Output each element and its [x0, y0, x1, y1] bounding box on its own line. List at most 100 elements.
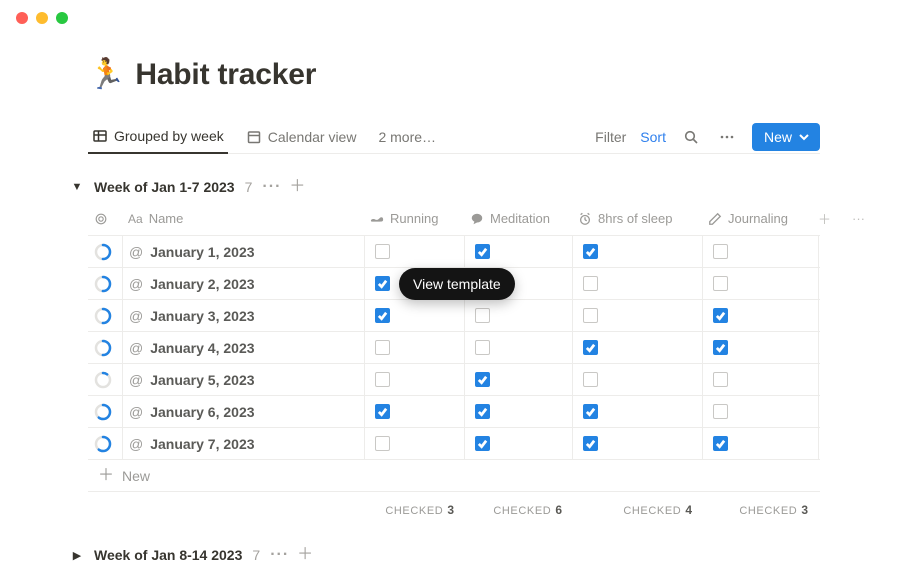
journaling-checkbox[interactable]: [713, 404, 728, 419]
running-checkbox[interactable]: [375, 372, 390, 387]
running-cell: [364, 236, 464, 267]
progress-ring-icon: [94, 275, 112, 293]
column-progress[interactable]: [88, 212, 122, 226]
progress-cell: [88, 236, 122, 267]
running-checkbox[interactable]: [375, 276, 390, 291]
meditation-checkbox[interactable]: [475, 372, 490, 387]
journaling-checkbox[interactable]: [713, 436, 728, 451]
name-cell[interactable]: @January 6, 2023: [122, 396, 364, 427]
meditation-checkbox[interactable]: [475, 436, 490, 451]
progress-cell: [88, 396, 122, 427]
sort-button[interactable]: Sort: [640, 129, 666, 145]
sleep-checkbox[interactable]: [583, 276, 598, 291]
meditation-cell: [464, 332, 572, 363]
name-cell[interactable]: @January 5, 2023: [122, 364, 364, 395]
filter-button[interactable]: Filter: [595, 129, 626, 145]
running-checkbox[interactable]: [375, 340, 390, 355]
group-add-button[interactable]: ＋: [289, 179, 305, 195]
journaling-cell: [702, 268, 818, 299]
minimize-window-button[interactable]: [36, 12, 48, 24]
add-column-button[interactable]: ＋: [818, 209, 852, 228]
name-cell[interactable]: @January 4, 2023: [122, 332, 364, 363]
table-row: @January 3, 2023: [88, 300, 820, 332]
progress-cell: [88, 268, 122, 299]
mac-traffic-lights: [16, 12, 68, 24]
journaling-checkbox[interactable]: [713, 244, 728, 259]
empty-cell: [818, 236, 852, 267]
fullscreen-window-button[interactable]: [56, 12, 68, 24]
running-checkbox[interactable]: [375, 404, 390, 419]
column-meditation[interactable]: Meditation: [464, 211, 572, 226]
name-cell[interactable]: @January 7, 2023: [122, 428, 364, 459]
meditation-cell: [464, 300, 572, 331]
sum-sleep: CHECKED4: [572, 503, 702, 517]
group-more-button[interactable]: ···: [262, 178, 281, 196]
table-more-button[interactable]: ···: [852, 211, 878, 226]
dots-icon: [719, 129, 735, 145]
more-options-button[interactable]: [716, 126, 738, 148]
add-row[interactable]: ＋ New: [88, 460, 820, 492]
sleep-checkbox[interactable]: [583, 372, 598, 387]
sleep-checkbox[interactable]: [583, 404, 598, 419]
sleep-checkbox[interactable]: [583, 340, 598, 355]
new-button[interactable]: New: [752, 123, 820, 151]
empty-cell: [818, 428, 852, 459]
column-name[interactable]: Aa Name: [122, 211, 364, 226]
journaling-cell: [702, 364, 818, 395]
empty-cell: [818, 268, 852, 299]
sleep-checkbox[interactable]: [583, 244, 598, 259]
running-checkbox[interactable]: [375, 308, 390, 323]
sleep-checkbox[interactable]: [583, 308, 598, 323]
group-toggle[interactable]: ▼: [70, 181, 84, 193]
close-window-button[interactable]: [16, 12, 28, 24]
meditation-checkbox[interactable]: [475, 244, 490, 259]
progress-ring-icon: [94, 435, 112, 453]
column-journaling[interactable]: Journaling: [702, 211, 818, 226]
tab-grouped-by-week[interactable]: Grouped by week: [88, 120, 228, 154]
group-title[interactable]: Week of Jan 1-7 2023: [94, 179, 235, 195]
journaling-checkbox[interactable]: [713, 340, 728, 355]
add-row-label: New: [122, 468, 150, 484]
empty-cell: [852, 268, 878, 299]
group-toggle[interactable]: ▶: [70, 549, 84, 562]
pencil-icon: [708, 212, 722, 226]
meditation-checkbox[interactable]: [475, 404, 490, 419]
meditation-checkbox[interactable]: [475, 308, 490, 323]
habit-table: Aa Name Running Meditation 8hrs of sleep…: [88, 202, 820, 528]
page-title[interactable]: Habit tracker: [135, 58, 316, 92]
table-row: @January 7, 2023: [88, 428, 820, 460]
name-cell[interactable]: @January 3, 2023: [122, 300, 364, 331]
running-checkbox[interactable]: [375, 436, 390, 451]
sleep-cell: [572, 428, 702, 459]
name-cell[interactable]: @January 1, 2023: [122, 236, 364, 267]
page-emoji-icon[interactable]: 🏃: [88, 60, 125, 90]
group-more-button[interactable]: ···: [270, 546, 289, 564]
column-sleep[interactable]: 8hrs of sleep: [572, 211, 702, 226]
sleep-cell: [572, 300, 702, 331]
journaling-cell: [702, 396, 818, 427]
running-checkbox[interactable]: [375, 244, 390, 259]
journaling-checkbox[interactable]: [713, 372, 728, 387]
empty-cell: [852, 236, 878, 267]
sleep-checkbox[interactable]: [583, 436, 598, 451]
column-running[interactable]: Running: [364, 211, 464, 226]
shoe-icon: [370, 212, 384, 226]
new-button-label: New: [764, 129, 792, 145]
meditation-checkbox[interactable]: [475, 276, 490, 291]
name-cell[interactable]: @January 2, 2023: [122, 268, 364, 299]
tab-calendar-view[interactable]: Calendar view: [242, 120, 361, 154]
view-tabs: Grouped by week Calendar view 2 more… Fi…: [88, 120, 820, 154]
journaling-checkbox[interactable]: [713, 276, 728, 291]
tab-label: Grouped by week: [114, 128, 224, 144]
empty-cell: [852, 300, 878, 331]
meditation-checkbox[interactable]: [475, 340, 490, 355]
journaling-checkbox[interactable]: [713, 308, 728, 323]
empty-cell: [818, 364, 852, 395]
sleep-cell: [572, 396, 702, 427]
tab-more-views[interactable]: 2 more…: [374, 120, 440, 154]
group-add-button[interactable]: ＋: [297, 547, 313, 563]
group-title[interactable]: Week of Jan 8-14 2023: [94, 547, 242, 563]
journaling-cell: [702, 236, 818, 267]
search-button[interactable]: [680, 126, 702, 148]
progress-cell: [88, 364, 122, 395]
